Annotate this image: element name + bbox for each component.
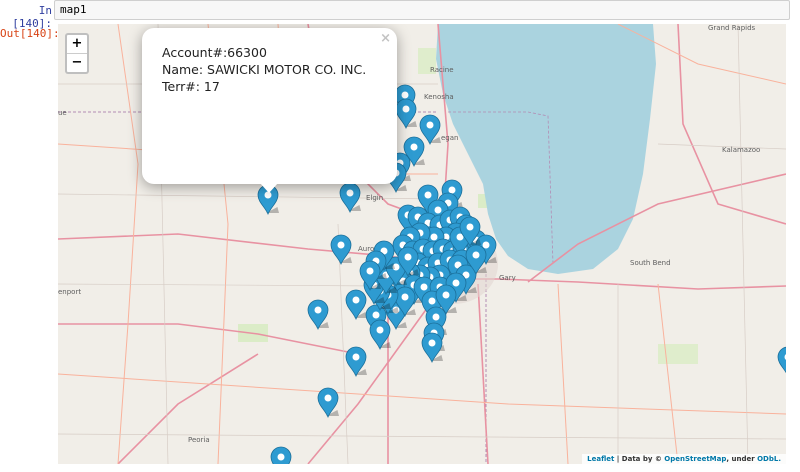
map-marker-icon[interactable] (345, 346, 371, 377)
map-marker-icon[interactable] (369, 319, 395, 350)
osm-link[interactable]: OpenStreetMap (664, 455, 726, 463)
zoom-control: + − (65, 33, 89, 74)
map-marker-icon[interactable] (270, 446, 296, 464)
zoom-out-button[interactable]: − (67, 53, 87, 72)
code-cell[interactable]: map1 (54, 0, 790, 20)
attribution-under: , under (726, 455, 758, 463)
popup-account: Account#:66300 (162, 45, 267, 60)
popup-name: Name: SAWICKI MOTOR CO. INC. (162, 62, 367, 77)
leaflet-map[interactable]: Racine Kenosha egan Elgin Auro Gary Sout… (58, 24, 786, 464)
output-prompt: Out[140]: (0, 27, 60, 40)
popup-territory: Terr#: 17 (162, 79, 220, 94)
popup-tip (260, 183, 278, 193)
popup-content: Account#:66300 Name: SAWICKI MOTOR CO. I… (162, 44, 366, 95)
marker-popup: × Account#:66300 Name: SAWICKI MOTOR CO.… (142, 28, 397, 193)
map-marker-icon[interactable] (339, 182, 365, 213)
map-marker-icon[interactable] (777, 346, 786, 377)
leaflet-link[interactable]: Leaflet (587, 455, 614, 463)
map-marker-icon[interactable] (395, 98, 421, 129)
popup-close-icon[interactable]: × (380, 31, 391, 46)
attribution-data-by: | Data by © (614, 455, 665, 463)
map-marker-icon[interactable] (330, 234, 356, 265)
odbl-link[interactable]: ODbL. (757, 455, 781, 463)
code-text: map1 (60, 3, 87, 16)
map-marker-icon[interactable] (419, 114, 445, 145)
map-attribution: Leaflet | Data by © OpenStreetMap, under… (582, 454, 786, 464)
map-marker-icon[interactable] (307, 299, 333, 330)
map-marker-icon[interactable] (317, 387, 343, 418)
zoom-in-button[interactable]: + (67, 35, 87, 53)
